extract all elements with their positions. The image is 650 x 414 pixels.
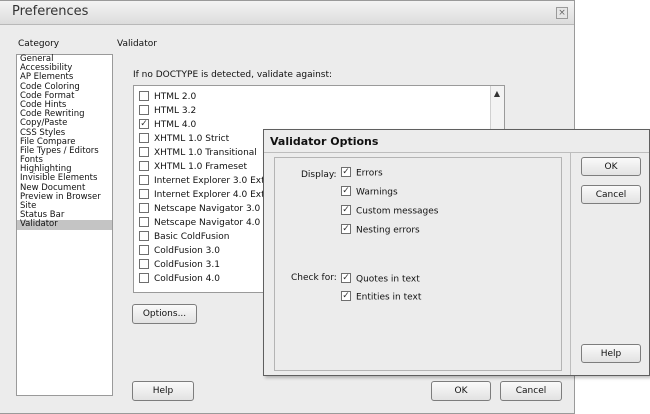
doctype-label-text: XHTML 1.0 Transitional: [154, 148, 257, 158]
display-option-errors[interactable]: ✓ Errors: [341, 167, 383, 179]
preferences-titlebar[interactable]: Preferences ×: [0, 1, 574, 25]
doctype-item[interactable]: Internet Explorer 4.0 Exte: [139, 188, 270, 202]
display-option-warnings[interactable]: ✓ Warnings: [341, 186, 398, 198]
panel-header: Validator: [117, 39, 157, 49]
doctype-label-text: ColdFusion 4.0: [154, 274, 220, 284]
doctype-checkbox[interactable]: [139, 146, 149, 157]
doctype-checkbox[interactable]: [139, 160, 149, 171]
validator-ok-button[interactable]: OK: [581, 157, 641, 176]
doctype-checkbox[interactable]: [139, 230, 149, 241]
option-label: Errors: [356, 168, 383, 179]
checkbox[interactable]: ✓: [341, 273, 351, 283]
doctype-checkbox[interactable]: [139, 216, 149, 227]
category-item-validator[interactable]: Validator: [17, 220, 112, 230]
check-option-entities[interactable]: ✓ Entities in text: [341, 291, 422, 303]
doctype-item[interactable]: Netscape Navigator 4.0 E: [139, 216, 269, 230]
display-label: Display:: [301, 170, 337, 180]
doctype-label-text: Internet Explorer 3.0 Exte: [154, 176, 271, 186]
doctype-label-text: Netscape Navigator 4.0 E: [154, 218, 269, 228]
close-icon[interactable]: ×: [556, 7, 568, 19]
doctype-item[interactable]: Basic ColdFusion: [139, 230, 229, 244]
doctype-item[interactable]: ColdFusion 3.1: [139, 258, 220, 272]
doctype-item[interactable]: Internet Explorer 3.0 Exte: [139, 174, 270, 188]
doctype-item[interactable]: HTML 2.0: [139, 90, 196, 104]
doctype-checkbox[interactable]: [139, 188, 149, 199]
checkbox[interactable]: ✓: [341, 167, 351, 177]
title-divider: [264, 152, 649, 153]
doctype-label-text: XHTML 1.0 Strict: [154, 134, 230, 144]
doctype-item[interactable]: ColdFusion 3.0: [139, 244, 220, 258]
doctype-label-text: HTML 3.2: [154, 106, 197, 116]
doctype-label-text: HTML 2.0: [154, 92, 197, 102]
doctype-label: If no DOCTYPE is detected, validate agai…: [133, 70, 333, 80]
display-option-custom-messages[interactable]: ✓ Custom messages: [341, 205, 439, 217]
option-label: Quotes in text: [356, 274, 420, 285]
doctype-item[interactable]: XHTML 1.0 Transitional: [139, 146, 257, 160]
doctype-checkbox[interactable]: [139, 272, 149, 283]
doctype-item[interactable]: Netscape Navigator 3.0 E: [139, 202, 269, 216]
checkbox[interactable]: ✓: [341, 186, 351, 196]
doctype-checkbox[interactable]: [139, 244, 149, 255]
doctype-checkbox[interactable]: [139, 132, 149, 143]
validator-help-button[interactable]: Help: [581, 344, 641, 363]
doctype-item[interactable]: HTML 3.2: [139, 104, 196, 118]
option-label: Nesting errors: [356, 225, 420, 236]
doctype-checkbox[interactable]: [139, 258, 149, 269]
doctype-label-text: XHTML 1.0 Frameset: [154, 162, 248, 172]
option-label: Warnings: [356, 187, 398, 198]
category-list[interactable]: General Accessibility AP Elements Code C…: [16, 54, 113, 396]
doctype-item[interactable]: ColdFusion 4.0: [139, 272, 220, 286]
doctype-item[interactable]: ✓ HTML 4.0: [139, 118, 196, 132]
check-for-label: Check for:: [291, 273, 337, 283]
options-group-frame: [274, 157, 562, 371]
doctype-label-text: Basic ColdFusion: [154, 232, 230, 242]
checkbox[interactable]: ✓: [341, 205, 351, 215]
checkbox[interactable]: ✓: [341, 224, 351, 234]
doctype-label-text: ColdFusion 3.0: [154, 246, 220, 256]
display-option-nesting-errors[interactable]: ✓ Nesting errors: [341, 224, 420, 236]
ok-button[interactable]: OK: [431, 381, 491, 401]
dialog-title: Preferences: [12, 4, 89, 19]
doctype-checkbox[interactable]: [139, 174, 149, 185]
options-button[interactable]: Options...: [132, 304, 197, 324]
scroll-up-arrow-icon[interactable]: ▲: [491, 88, 503, 100]
help-button[interactable]: Help: [132, 381, 194, 401]
doctype-label-text: Netscape Navigator 3.0 E: [154, 204, 269, 214]
doctype-label-text: ColdFusion 3.1: [154, 260, 220, 270]
validator-cancel-button[interactable]: Cancel: [581, 185, 641, 204]
doctype-label-text: HTML 4.0: [154, 120, 197, 130]
check-option-quotes[interactable]: ✓ Quotes in text: [341, 273, 420, 285]
doctype-checkbox[interactable]: [139, 202, 149, 213]
validator-options-title: Validator Options: [270, 135, 379, 148]
doctype-checkbox[interactable]: [139, 90, 149, 101]
option-label: Entities in text: [356, 292, 422, 303]
validator-options-dialog: Validator Options Display: ✓ Errors ✓ Warn…: [263, 129, 650, 376]
doctype-item[interactable]: XHTML 1.0 Strict: [139, 132, 229, 146]
checkbox[interactable]: ✓: [341, 291, 351, 301]
doctype-checkbox[interactable]: ✓: [139, 118, 149, 129]
category-header: Category: [18, 39, 60, 49]
option-label: Custom messages: [356, 206, 439, 217]
cancel-button[interactable]: Cancel: [500, 381, 562, 401]
doctype-checkbox[interactable]: [139, 104, 149, 115]
doctype-item[interactable]: XHTML 1.0 Frameset: [139, 160, 247, 174]
doctype-label-text: Internet Explorer 4.0 Exte: [154, 190, 271, 200]
button-column-divider: [570, 152, 571, 375]
